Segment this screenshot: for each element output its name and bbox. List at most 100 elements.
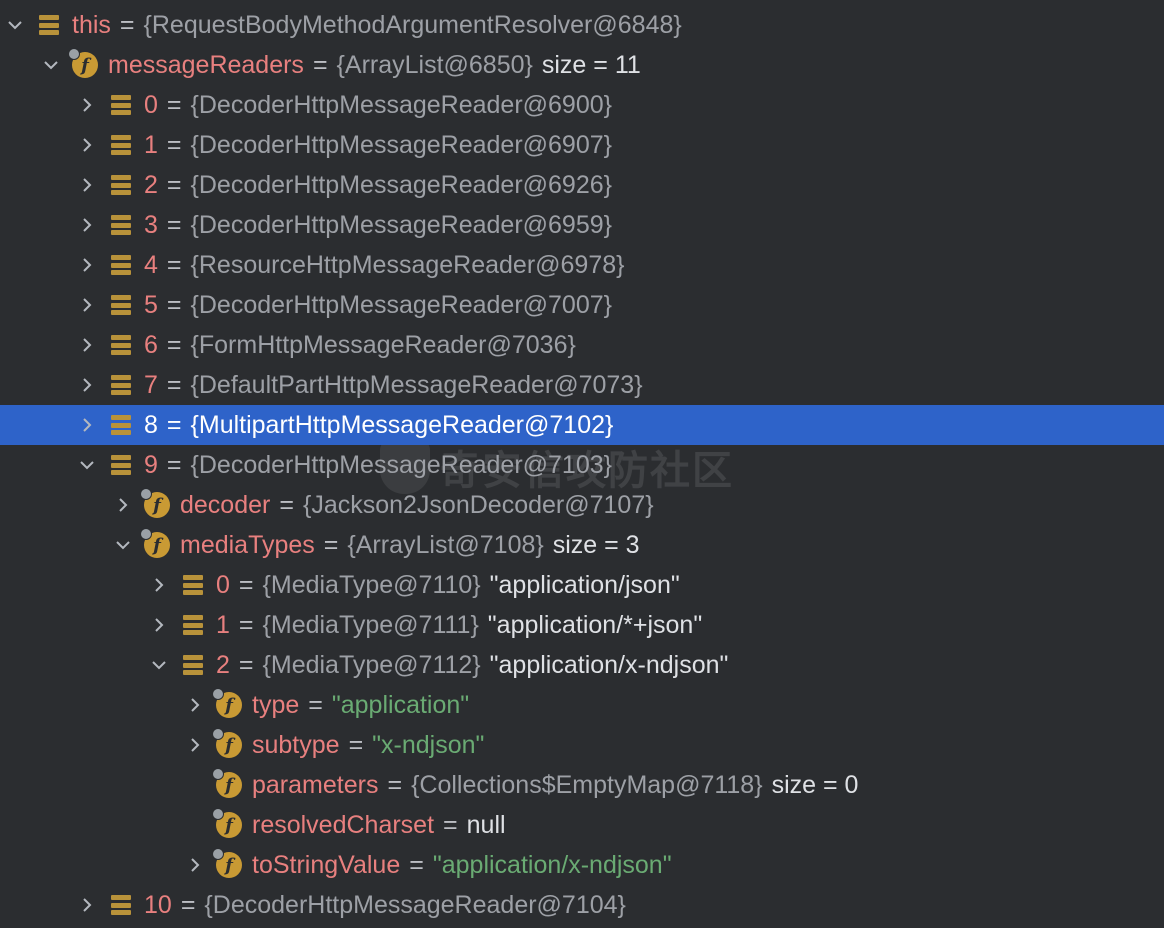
- tree-row[interactable]: 4 = {ResourceHttpMessageReader@6978}: [0, 245, 1164, 285]
- chevron-right-icon[interactable]: [148, 565, 170, 605]
- tree-row[interactable]: f messageReaders = {ArrayList@6850} size = 1…: [0, 45, 1164, 85]
- array-icon: [106, 125, 136, 165]
- tree-row[interactable]: f type = "application": [0, 685, 1164, 725]
- array-icon: [106, 245, 136, 285]
- tree-row[interactable]: 1 = {MediaType@7111} "application/*+json": [0, 605, 1164, 645]
- array-icon: [178, 645, 208, 685]
- equals-sign: =: [166, 250, 182, 279]
- variable-name: 0: [144, 90, 158, 119]
- tree-row[interactable]: 9 = {DecoderHttpMessageReader@7103}: [0, 445, 1164, 485]
- array-icon: [106, 405, 136, 445]
- chevron-right-icon[interactable]: [76, 165, 98, 205]
- array-bars: [183, 615, 203, 635]
- field-icon: f: [212, 845, 244, 885]
- tree-row[interactable]: f resolvedCharset = null: [0, 805, 1164, 845]
- array-bars: [111, 255, 131, 275]
- variable-value: {MediaType@7110}: [262, 570, 481, 599]
- array-icon: [106, 325, 136, 365]
- variable-value: {RequestBodyMethodArgumentResolver@6848}: [143, 10, 682, 39]
- variable-name: 9: [144, 450, 158, 479]
- equals-sign: =: [166, 130, 182, 159]
- tree-row[interactable]: 1 = {DecoderHttpMessageReader@6907}: [0, 125, 1164, 165]
- tree-row[interactable]: 3 = {DecoderHttpMessageReader@6959}: [0, 205, 1164, 245]
- chevron-down-icon[interactable]: [4, 5, 26, 45]
- equals-sign: =: [166, 90, 182, 119]
- tree-row[interactable]: f mediaTypes = {ArrayList@7108} size = 3: [0, 525, 1164, 565]
- equals-sign: =: [238, 650, 254, 679]
- variable-value: {Jackson2JsonDecoder@7107}: [302, 490, 654, 519]
- array-icon: [178, 565, 208, 605]
- chevron-down-icon[interactable]: [148, 645, 170, 685]
- array-icon: [178, 605, 208, 645]
- variable-name: 10: [144, 890, 172, 919]
- array-bars: [111, 95, 131, 115]
- lock-icon: [140, 488, 152, 500]
- tree-row[interactable]: 8 = {MultipartHttpMessageReader@7102}: [0, 405, 1164, 445]
- chevron-right-icon[interactable]: [76, 285, 98, 325]
- chevron-down-icon[interactable]: [40, 45, 62, 85]
- array-bars: [183, 655, 203, 675]
- equals-sign: =: [238, 610, 254, 639]
- chevron-right-icon[interactable]: [76, 885, 98, 925]
- tree-row[interactable]: 2 = {MediaType@7112} "application/x-ndjson": [0, 645, 1164, 685]
- lock-icon: [68, 48, 80, 60]
- array-icon: [106, 165, 136, 205]
- chevron-right-icon[interactable]: [76, 325, 98, 365]
- variable-value: null: [466, 810, 506, 839]
- variable-name: type: [252, 690, 300, 719]
- field-f-glyph: f: [140, 488, 170, 518]
- variable-name: 2: [216, 650, 230, 679]
- variable-name: 8: [144, 410, 158, 439]
- variable-value: {DecoderHttpMessageReader@7007}: [190, 290, 612, 319]
- tree-row[interactable]: this = {RequestBodyMethodArgumentResolver@…: [0, 5, 1164, 45]
- array-bars: [111, 455, 131, 475]
- equals-sign: =: [279, 490, 294, 519]
- field-icon: f: [212, 805, 244, 845]
- variable-value: {DecoderHttpMessageReader@6907}: [190, 130, 612, 159]
- chevron-right-icon[interactable]: [184, 725, 206, 765]
- variable-name: mediaTypes: [180, 530, 315, 559]
- equals-sign: =: [166, 330, 182, 359]
- array-bars: [111, 215, 131, 235]
- equals-sign: =: [166, 410, 182, 439]
- variable-value: {DecoderHttpMessageReader@7103}: [190, 450, 612, 479]
- variable-name: 2: [144, 170, 158, 199]
- variable-value: {MediaType@7111}: [262, 610, 479, 639]
- chevron-right-icon[interactable]: [76, 405, 98, 445]
- chevron-right-icon[interactable]: [76, 205, 98, 245]
- equals-sign: =: [348, 730, 364, 759]
- chevron-right-icon[interactable]: [76, 125, 98, 165]
- tree-row[interactable]: f parameters = {Collections$EmptyMap@7118} s…: [0, 765, 1164, 805]
- array-bars: [39, 15, 59, 35]
- chevron-right-icon[interactable]: [76, 245, 98, 285]
- tree-row[interactable]: 5 = {DecoderHttpMessageReader@7007}: [0, 285, 1164, 325]
- tree-row[interactable]: f decoder = {Jackson2JsonDecoder@7107}: [0, 485, 1164, 525]
- tree-row[interactable]: 10 = {DecoderHttpMessageReader@7104}: [0, 885, 1164, 925]
- variable-name: 6: [144, 330, 158, 359]
- chevron-right-icon[interactable]: [148, 605, 170, 645]
- tree-row[interactable]: 2 = {DecoderHttpMessageReader@6926}: [0, 165, 1164, 205]
- chevron-right-icon[interactable]: [76, 365, 98, 405]
- tree-row[interactable]: f subtype = "x-ndjson": [0, 725, 1164, 765]
- chevron-down-icon[interactable]: [76, 445, 98, 485]
- variable-extra: size = 11: [541, 50, 641, 79]
- chevron-right-icon[interactable]: [112, 485, 134, 525]
- field-f-glyph: f: [140, 528, 170, 558]
- chevron-down-icon[interactable]: [112, 525, 134, 565]
- tree-row[interactable]: 6 = {FormHttpMessageReader@7036}: [0, 325, 1164, 365]
- tree-row[interactable]: 7 = {DefaultPartHttpMessageReader@7073}: [0, 365, 1164, 405]
- tree-row[interactable]: 0 = {DecoderHttpMessageReader@6900}: [0, 85, 1164, 125]
- array-icon: [106, 365, 136, 405]
- chevron-right-icon[interactable]: [76, 85, 98, 125]
- equals-sign: =: [387, 770, 403, 799]
- chevron-right-icon[interactable]: [184, 685, 206, 725]
- lock-icon: [212, 768, 224, 780]
- field-icon: f: [140, 525, 172, 565]
- variable-extra: "application/x-ndjson": [489, 650, 729, 679]
- chevron-right-icon[interactable]: [184, 845, 206, 885]
- variable-name: decoder: [180, 490, 271, 519]
- variable-name: 7: [144, 370, 158, 399]
- field-f-glyph: f: [212, 688, 242, 718]
- tree-row[interactable]: 0 = {MediaType@7110} "application/json": [0, 565, 1164, 605]
- tree-row[interactable]: f toStringValue = "application/x-ndjson": [0, 845, 1164, 885]
